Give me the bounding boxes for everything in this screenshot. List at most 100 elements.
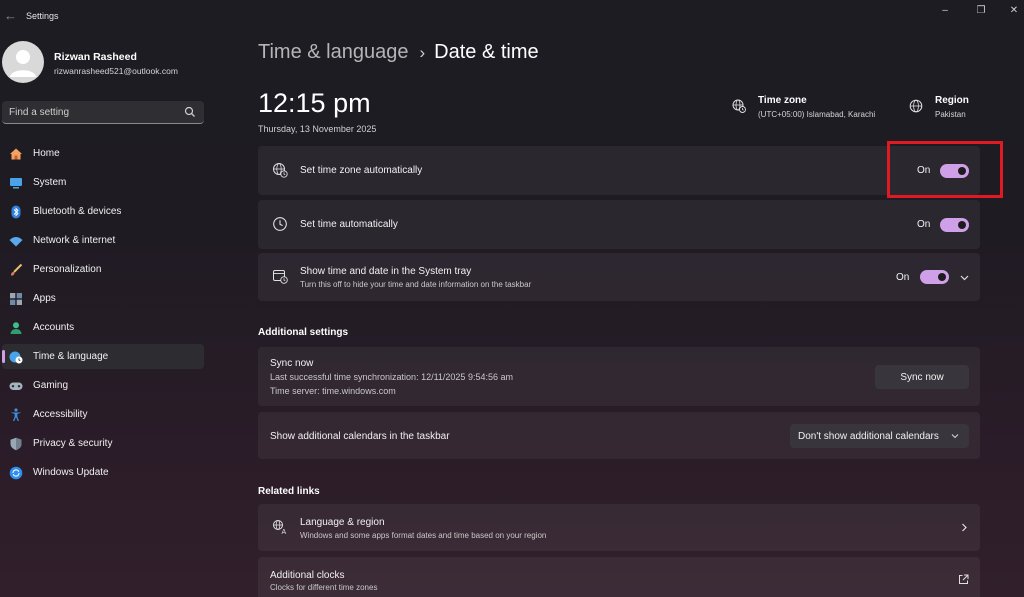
chevron-right-icon [962,523,967,532]
language-region-link[interactable]: A Language & region Windows and some app… [258,504,980,551]
accessibility-icon [9,407,23,422]
app-title: Settings [26,11,59,21]
sync-now-button[interactable]: Sync now [875,365,969,389]
clock-time: 12:15 pm [258,88,371,118]
home-icon [9,147,23,161]
minimize-icon[interactable]: – [938,5,952,16]
additional-clocks-title: Additional clocks [270,570,345,581]
chevron-down-icon[interactable] [960,273,969,282]
system-icon [9,176,23,190]
sidebar-item-label: System [33,177,67,188]
gamepad-icon [9,379,23,393]
avatar[interactable] [2,41,44,83]
title-bar: ← Settings – ❐ ✕ [0,0,1024,32]
sidebar-item-label: Privacy & security [33,438,113,449]
highlight-box [887,141,1003,198]
sidebar-item-time-language[interactable]: Time & language [2,344,204,369]
toggle-knob [958,221,966,229]
sync-now-card: Sync now Last successful time synchroniz… [258,347,980,406]
user-silhouette-icon [10,50,36,77]
show-time-tray-label: Show time and date in the System tray [300,266,472,277]
timezone-value: (UTC+05:00) Islamabad, Karachi [758,110,876,119]
brush-icon [9,263,23,277]
timezone-title: Time zone [758,95,807,106]
set-timezone-auto-card: Set time zone automatically On [258,146,980,195]
sidebar-item-label: Time & language [33,351,109,362]
clock-icon [273,217,287,231]
timezone-globe-icon [732,99,746,113]
additional-calendars-label: Show additional calendars in the taskbar [270,431,450,442]
sidebar-item-network[interactable]: Network & internet [2,228,204,253]
sidebar-item-label: Accessibility [33,409,88,420]
sidebar-item-label: Windows Update [33,467,109,478]
chevron-down-icon [951,434,959,439]
svg-text:A: A [282,529,287,535]
show-time-tray-card[interactable]: Show time and date in the System tray Tu… [258,253,980,301]
maximize-icon[interactable]: ❐ [974,5,988,16]
last-sync-text: Last successful time synchronization: 12… [270,372,513,382]
region-title: Region [935,95,969,106]
language-region-title: Language & region [300,517,385,528]
sidebar-item-privacy[interactable]: Privacy & security [2,431,204,456]
sidebar-item-label: Network & internet [33,235,116,246]
sidebar-item-home[interactable]: Home [2,141,204,166]
additional-clocks-link[interactable]: Additional clocks Clocks for different t… [258,557,980,597]
sidebar-item-bluetooth[interactable]: Bluetooth & devices [2,199,204,224]
wifi-icon [9,234,23,248]
calendar-clock-icon [273,270,288,284]
language-icon: A [273,520,287,535]
profile-name: Rizwan Rasheed [54,51,137,63]
search-icon[interactable] [184,106,196,118]
sidebar-item-apps[interactable]: Apps [2,286,204,311]
search-box[interactable] [2,101,204,124]
sidebar-item-gaming[interactable]: Gaming [2,373,204,398]
additional-calendars-dropdown[interactable]: Don't show additional calendars [790,424,969,448]
sidebar-item-accessibility[interactable]: Accessibility [2,402,204,427]
set-timezone-auto-label: Set time zone automatically [300,165,423,176]
sidebar-item-label: Home [33,148,60,159]
additional-clocks-description: Clocks for different time zones [270,583,378,592]
search-input[interactable] [2,101,177,123]
toggle-state-label: On [917,219,931,230]
page-title: Date & time [434,41,539,63]
show-time-tray-description: Turn this off to hide your time and date… [300,280,532,289]
breadcrumb-separator: › [419,43,426,62]
time-server-text: Time server: time.windows.com [270,386,396,396]
toggle-state-label: On [896,272,910,283]
breadcrumb: Time & language › Date & time [258,41,539,64]
set-time-auto-label: Set time automatically [300,219,398,230]
profile-email: rizwanrasheed521@outlook.com [54,66,178,76]
show-time-tray-toggle[interactable] [920,270,949,284]
sidebar-item-system[interactable]: System [2,170,204,195]
globe-clock-icon [9,350,23,364]
toggle-knob [938,273,946,281]
sidebar-item-label: Apps [33,293,56,304]
clock-date: Thursday, 13 November 2025 [258,124,377,134]
bluetooth-icon [9,205,23,219]
sidebar-item-accounts[interactable]: Accounts [2,315,204,340]
apps-icon [9,292,23,306]
sidebar-item-label: Accounts [33,322,75,333]
breadcrumb-parent[interactable]: Time & language [258,41,408,63]
update-icon [9,466,23,480]
account-icon [9,321,23,335]
additional-calendars-card: Show additional calendars in the taskbar… [258,412,980,459]
sidebar-item-label: Bluetooth & devices [33,206,122,217]
shield-icon [9,437,23,451]
set-time-auto-card: Set time automatically On [258,200,980,249]
set-time-auto-toggle[interactable] [940,218,969,232]
sync-now-title: Sync now [270,358,314,369]
close-icon[interactable]: ✕ [1007,5,1021,16]
language-region-description: Windows and some apps format dates and t… [300,531,547,540]
region-value: Pakistan [935,110,966,119]
sidebar-item-windows-update[interactable]: Windows Update [2,460,204,485]
sidebar-item-label: Personalization [33,264,102,275]
timezone-globe-icon [273,163,288,178]
sidebar-item-personalization[interactable]: Personalization [2,257,204,282]
dropdown-selected-value: Don't show additional calendars [798,430,939,442]
sidebar-item-label: Gaming [33,380,69,391]
related-links-header: Related links [258,486,320,497]
back-arrow-icon[interactable]: ← [4,8,17,23]
sidebar-nav: Home System Bluetooth & devices Network … [2,141,204,489]
additional-settings-header: Additional settings [258,327,348,338]
